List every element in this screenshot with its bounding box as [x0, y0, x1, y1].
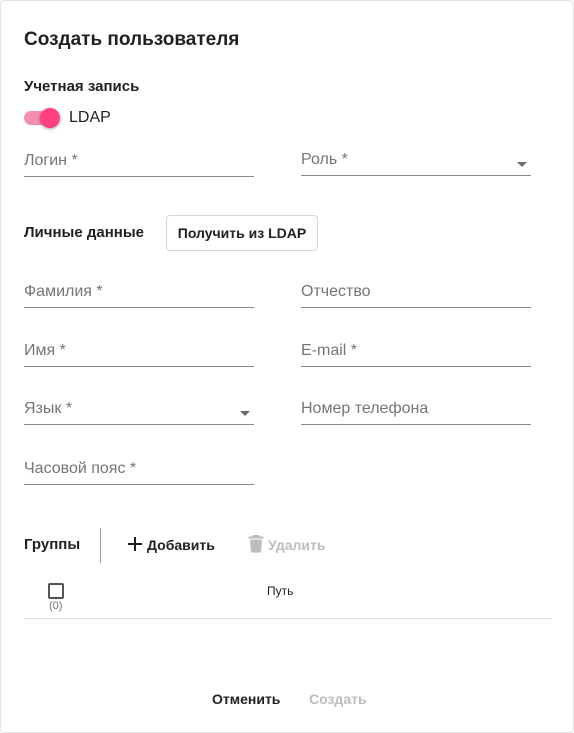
email-field[interactable]: E-mail * [301, 336, 531, 367]
first-name-field-label: Имя * [24, 342, 66, 359]
dropdown-arrow-icon [517, 162, 527, 167]
path-column-header[interactable]: Путь [267, 584, 293, 598]
role-select-label: Роль * [301, 151, 348, 168]
email-field-label: E-mail * [301, 342, 358, 359]
language-select-label: Язык * [24, 400, 73, 417]
plus-icon [127, 536, 143, 555]
trash-icon [248, 534, 264, 556]
dialog-title: Создать пользователя [24, 29, 240, 50]
ldap-toggle[interactable] [24, 108, 60, 128]
role-select[interactable]: Роль * [301, 145, 531, 176]
toolbar-divider [100, 528, 101, 563]
phone-field[interactable]: Номер телефона [301, 394, 531, 425]
timezone-field-label: Часовой пояс * [24, 460, 137, 477]
ldap-toggle-thumb [40, 108, 60, 128]
add-group-label: Добавить [147, 537, 215, 553]
personal-section-label: Личные данные [24, 224, 144, 241]
phone-field-label: Номер телефона [301, 400, 429, 417]
dropdown-arrow-icon [240, 411, 250, 416]
selected-count: (0) [49, 600, 63, 612]
login-field-label: Логин * [24, 152, 78, 169]
get-from-ldap-button[interactable]: Получить из LDAP [166, 215, 318, 251]
login-field[interactable]: Логин * [24, 146, 254, 177]
delete-group-button[interactable]: Удалить [248, 534, 326, 556]
select-all-checkbox[interactable] [48, 583, 64, 599]
middle-name-field-label: Отчество [301, 283, 371, 300]
timezone-field[interactable]: Часовой пояс * [24, 454, 254, 485]
table-divider [24, 618, 552, 619]
ldap-toggle-label: LDAP [69, 109, 111, 126]
create-user-dialog: Создать пользователя Учетная запись LDAP… [0, 0, 574, 733]
account-section-label: Учетная запись [24, 78, 140, 95]
groups-section-label: Группы [24, 536, 81, 553]
middle-name-field[interactable]: Отчество [301, 277, 531, 308]
last-name-field-label: Фамилия * [24, 283, 103, 300]
language-select[interactable]: Язык * [24, 394, 254, 425]
create-button[interactable]: Создать [309, 691, 367, 707]
delete-group-label: Удалить [268, 537, 326, 553]
cancel-button[interactable]: Отменить [212, 691, 280, 707]
last-name-field[interactable]: Фамилия * [24, 277, 254, 308]
first-name-field[interactable]: Имя * [24, 336, 254, 367]
add-group-button[interactable]: Добавить [127, 535, 215, 555]
